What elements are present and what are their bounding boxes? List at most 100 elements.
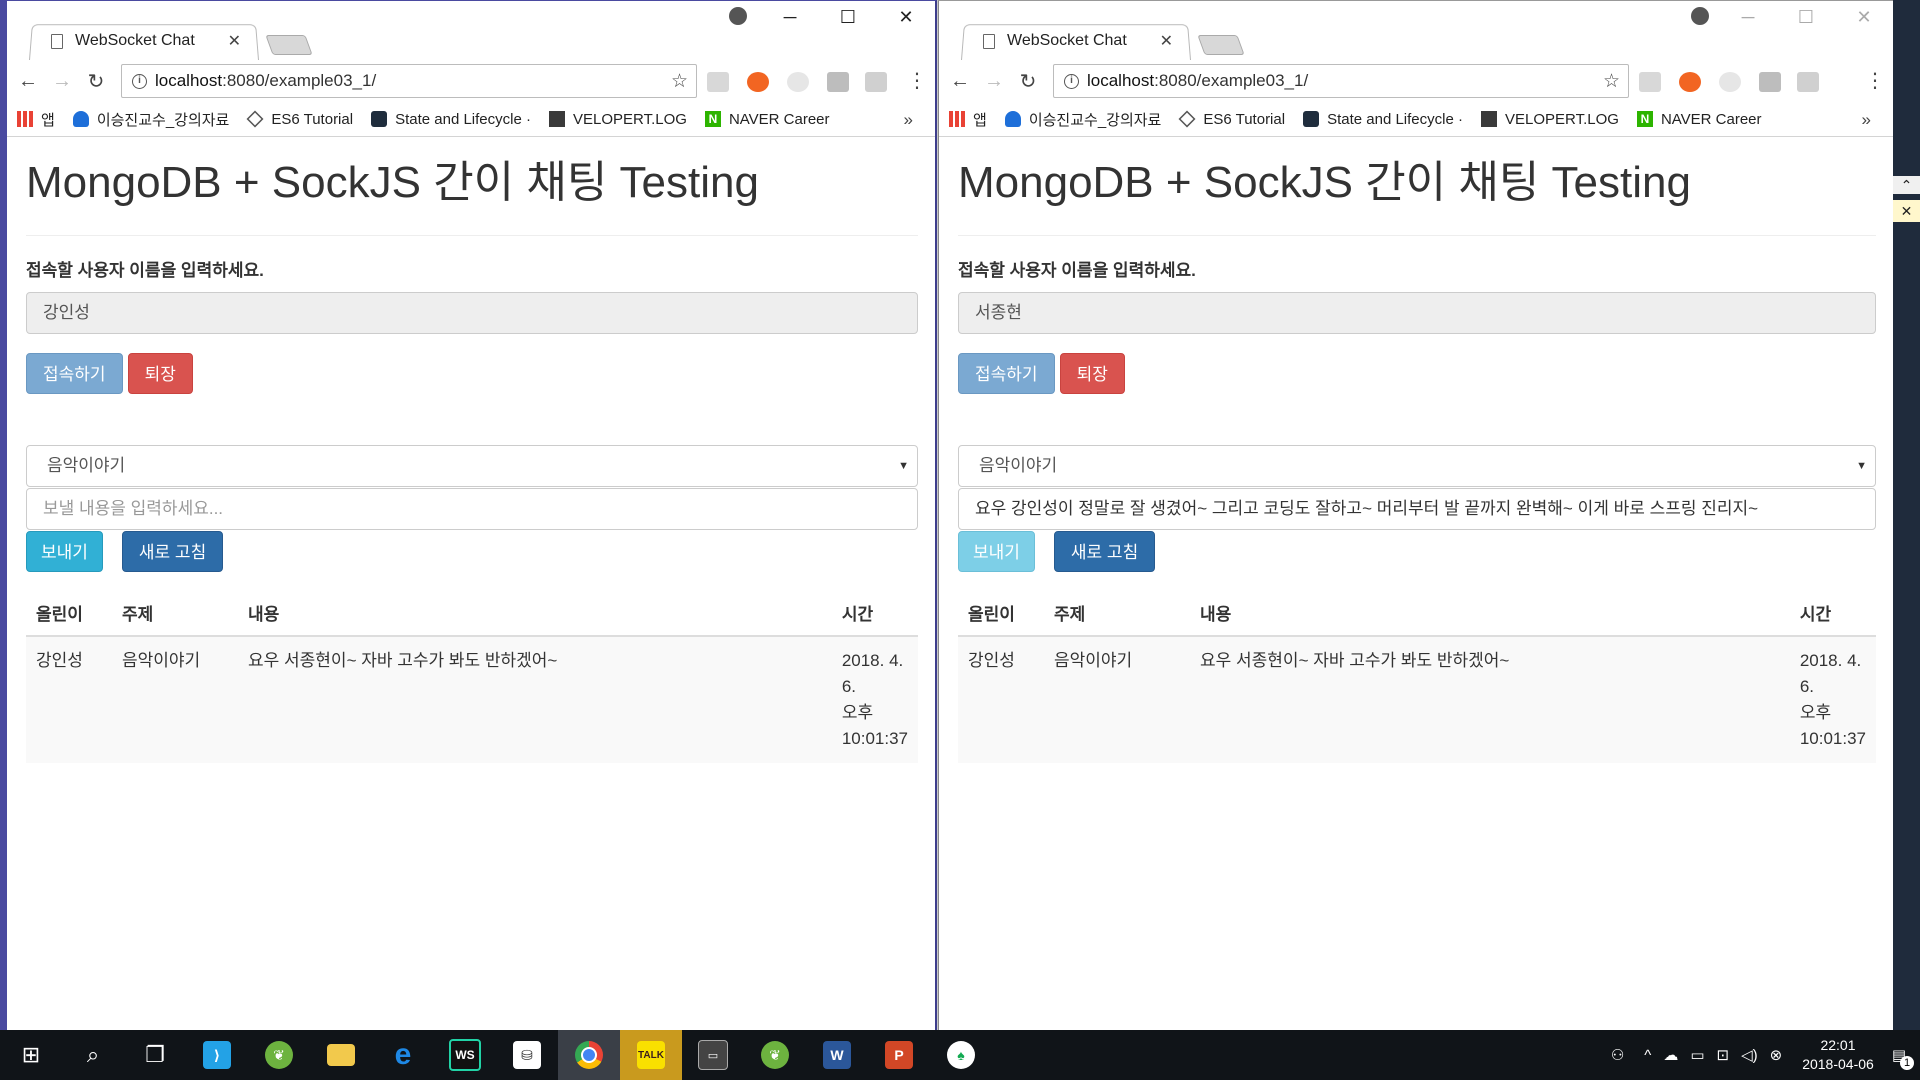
profile-icon[interactable] [1691,7,1709,25]
extension-gray-icon[interactable] [1719,72,1741,92]
info-icon[interactable]: i [1064,73,1079,89]
close-window-icon[interactable]: ✕ [1835,7,1893,28]
notification-center-icon[interactable]: ▤ 1 [1892,1046,1914,1070]
tab-websocket-chat[interactable]: WebSocket Chat ✕ [29,23,257,59]
tab-websocket-chat[interactable]: WebSocket Chat ✕ [961,23,1189,59]
minimize-icon[interactable]: ─ [761,7,819,28]
bookmark-naver-career[interactable]: N NAVER Career [704,111,830,128]
close-tab-icon[interactable]: ✕ [1160,31,1173,51]
topic-select[interactable]: 음악이야기 ▼ [958,445,1876,487]
extension-orange-icon[interactable] [747,72,769,92]
bookmarks-more-icon[interactable]: » [904,110,913,130]
pdf-extension-icon[interactable] [707,72,729,92]
extension-cast-icon[interactable] [865,72,887,92]
maximize-icon[interactable]: ☐ [1777,7,1835,28]
powerpoint-icon[interactable]: P [868,1030,930,1080]
message-input[interactable]: 보낼 내용을 입력하세요... [26,488,918,530]
bookmark-state-lifecycle[interactable]: State and Lifecycle · [371,111,531,128]
connect-button[interactable]: 접속하기 [958,353,1055,394]
bookmark-apps[interactable]: 앱 [949,109,987,130]
folder-icon[interactable] [310,1030,372,1080]
close-notice-icon[interactable]: ✕ [1893,200,1920,222]
bookmark-velopert[interactable]: VELOPERT.LOG [1481,111,1619,128]
connect-button[interactable]: 접속하기 [26,353,123,394]
maximize-icon[interactable]: ☐ [819,7,877,28]
edge-icon[interactable]: e [372,1030,434,1080]
talk-icon[interactable]: TALK [620,1030,682,1080]
chrome-menu-icon[interactable]: ⋮ [1865,68,1885,93]
bookmark-star-icon[interactable]: ☆ [671,70,688,93]
leave-button[interactable]: 퇴장 [1059,353,1125,394]
username-label: 접속할 사용자 이름을 입력하세요. [958,261,1196,280]
extension-cast-icon[interactable] [1797,72,1819,92]
scroll-up-icon[interactable]: ⌃ [1893,176,1920,194]
search-icon[interactable]: ⌕ [62,1030,124,1080]
terminal-icon[interactable]: ▭ [682,1030,744,1080]
connection-buttons: 접속하기 퇴장 [958,353,1876,394]
bookmark-apps[interactable]: 앱 [17,109,55,130]
extension-gray-icon[interactable] [787,72,809,92]
extension-panel-icon[interactable] [827,72,849,92]
show-hidden-icons-icon[interactable]: ^ [1644,1047,1651,1064]
topic-select[interactable]: 음악이야기 ▼ [26,445,918,487]
send-button[interactable]: 보내기 [958,531,1035,572]
people-icon[interactable]: ⚇ [1611,1046,1624,1064]
reload-icon[interactable]: ↻ [79,69,113,94]
volume-icon[interactable]: ◁) [1741,1046,1758,1064]
bookmark-es6-tutorial[interactable]: ES6 Tutorial [246,111,353,128]
back-icon[interactable]: ← [943,70,977,93]
forward-icon[interactable]: → [45,70,79,93]
username-input[interactable]: 강인성 [26,292,918,334]
chrome-menu-icon[interactable]: ⋮ [907,68,927,93]
bookmark-lecture-notes[interactable]: 이승진교수_강의자료 [1004,109,1161,130]
bookmarks-bar: 앱 이승진교수_강의자료 ES6 Tutorial State and Life… [7,102,935,137]
task-view-icon[interactable]: ❐ [124,1030,186,1080]
chrome-icon[interactable] [558,1030,620,1080]
back-icon[interactable]: ← [11,70,45,93]
cell-author: 강인성 [958,636,1044,763]
bookmark-lecture-notes[interactable]: 이승진교수_강의자료 [72,109,229,130]
windows-icon[interactable]: ⊞ [0,1030,62,1080]
leaf-icon[interactable]: ❦ [248,1030,310,1080]
bookmark-velopert[interactable]: VELOPERT.LOG [549,111,687,128]
extension-orange-icon[interactable] [1679,72,1701,92]
pdf-extension-icon[interactable] [1639,72,1661,92]
info-icon[interactable]: i [132,73,147,89]
desktop-side-strip [1893,0,1920,1030]
leaf-icon[interactable]: ❦ [744,1030,806,1080]
onedrive-icon[interactable]: ☁ [1663,1046,1678,1064]
ime-icon[interactable]: ⊗ [1770,1046,1783,1064]
close-tab-icon[interactable]: ✕ [228,31,241,51]
network-icon[interactable]: ⊡ [1717,1046,1730,1064]
reload-icon[interactable]: ↻ [1011,69,1045,94]
vscode-icon[interactable]: ⟩ [186,1030,248,1080]
cell-content: 요우 서종현이~ 자바 고수가 봐도 반하겠어~ [238,636,832,763]
close-window-icon[interactable]: ✕ [877,7,935,28]
battery-icon[interactable]: ▭ [1690,1046,1704,1064]
minimize-icon[interactable]: ─ [1719,7,1777,28]
bookmark-star-icon[interactable]: ☆ [1603,70,1620,93]
bookmarks-more-icon[interactable]: » [1862,110,1871,130]
address-bar[interactable]: i localhost:8080/example03_1/ ☆ [121,64,697,98]
leave-button[interactable]: 퇴장 [127,353,193,394]
browser-window-left: WebSocket Chat ✕ ─ ☐ ✕ ← → ↻ i localhost… [0,0,937,1030]
store-icon[interactable]: ⛁ [496,1030,558,1080]
username-input[interactable]: 서종현 [958,292,1876,334]
forward-icon[interactable]: → [977,70,1011,93]
new-tab-button[interactable] [265,35,313,55]
bookmark-es6-tutorial[interactable]: ES6 Tutorial [1178,111,1285,128]
profile-icon[interactable] [729,7,747,25]
word-icon[interactable]: W [806,1030,868,1080]
refresh-button[interactable]: 새로 고침 [1053,531,1156,572]
mongodb-leaf-icon[interactable]: ♠ [930,1030,992,1080]
extension-panel-icon[interactable] [1759,72,1781,92]
clock[interactable]: 22:01 2018-04-06 [1802,1036,1874,1074]
address-bar[interactable]: i localhost:8080/example03_1/ ☆ [1053,64,1629,98]
send-button[interactable]: 보내기 [26,531,103,572]
bookmark-naver-career[interactable]: N NAVER Career [1636,111,1762,128]
new-tab-button[interactable] [1197,35,1245,55]
bookmark-state-lifecycle[interactable]: State and Lifecycle · [1303,111,1463,128]
webstorm-icon[interactable]: WS [434,1030,496,1080]
refresh-button[interactable]: 새로 고침 [121,531,224,572]
message-input[interactable]: 요우 강인성이 정말로 잘 생겼어~ 그리고 코딩도 잘하고~ 머리부터 발 끝… [958,488,1876,530]
